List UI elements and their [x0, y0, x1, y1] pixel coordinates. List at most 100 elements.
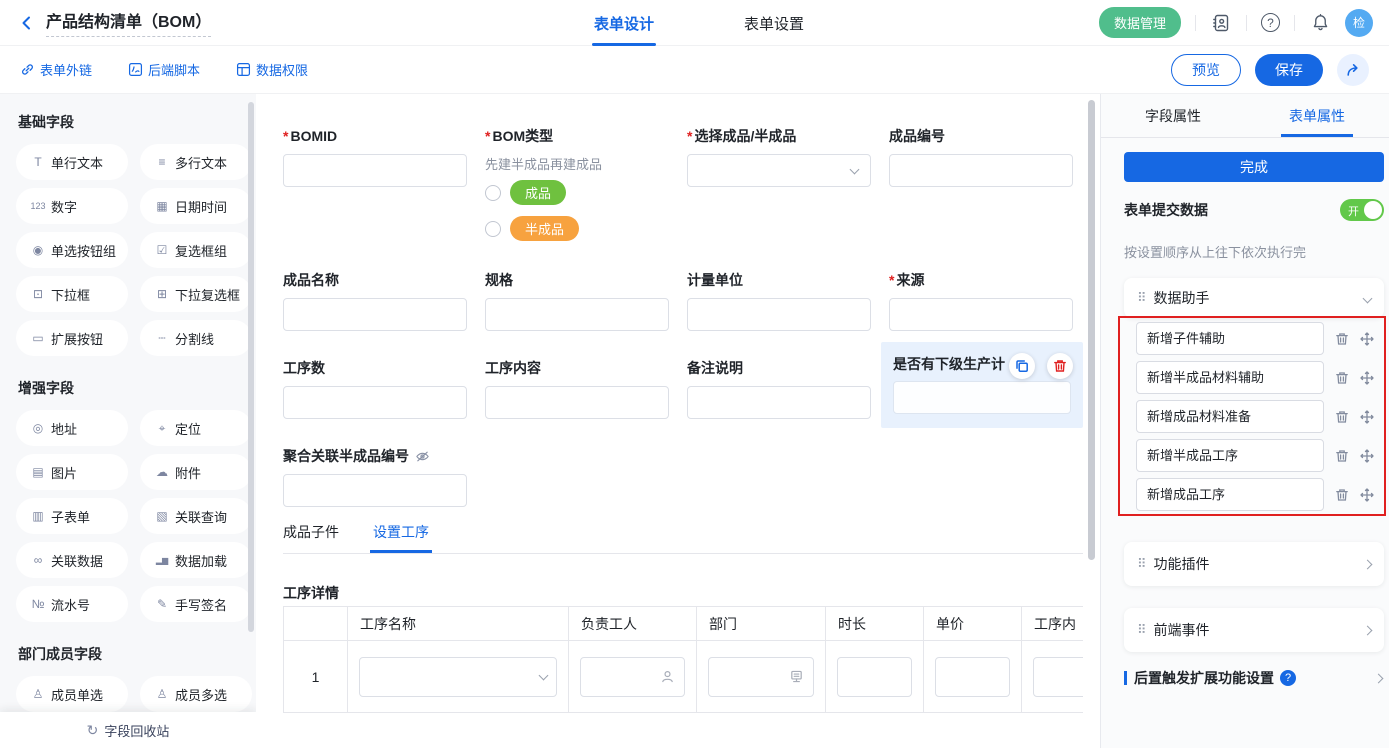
- field-type-dropdown-multi[interactable]: ⊞下拉复选框: [140, 276, 252, 312]
- notification-bell-icon[interactable]: [1309, 12, 1331, 34]
- field-source[interactable]: *来源: [889, 270, 1073, 331]
- help-icon[interactable]: ?: [1280, 670, 1296, 686]
- helper-item-label[interactable]: 新增半成品工序: [1136, 439, 1324, 472]
- frontend-events-card[interactable]: ⠿ 前端事件: [1124, 608, 1384, 652]
- form-design-canvas[interactable]: *BOMID *BOM类型 先建半成品再建成品 成品 半成品 *选择成品/半成品…: [256, 94, 1100, 748]
- field-type-geolocation[interactable]: ⌖定位: [140, 410, 252, 446]
- field-bom-type[interactable]: *BOM类型 先建半成品再建成品 成品 半成品: [485, 126, 669, 252]
- data-helper-card[interactable]: ⠿ 数据助手: [1124, 278, 1384, 318]
- product-select[interactable]: [687, 154, 871, 187]
- function-plugins-card[interactable]: ⠿ 功能插件: [1124, 542, 1384, 586]
- process-content-cell-input[interactable]: [1033, 657, 1083, 697]
- worker-picker[interactable]: [580, 657, 685, 697]
- avatar[interactable]: 检: [1345, 9, 1373, 37]
- helper-item-label[interactable]: 新增子件辅助: [1136, 322, 1324, 355]
- trash-icon[interactable]: [1335, 449, 1349, 463]
- page-title[interactable]: 产品结构清单（BOM）: [46, 8, 211, 37]
- product-code-input[interactable]: [889, 154, 1073, 187]
- move-icon[interactable]: [1360, 488, 1374, 502]
- field-type-relation-query[interactable]: ▧关联查询: [140, 498, 252, 534]
- tab-form-properties[interactable]: 表单属性: [1245, 94, 1389, 137]
- field-unit[interactable]: 计量单位: [687, 270, 871, 331]
- trash-icon[interactable]: [1335, 488, 1349, 502]
- preview-button[interactable]: 预览: [1171, 54, 1241, 86]
- back-icon[interactable]: [16, 12, 38, 34]
- bomid-input[interactable]: [283, 154, 467, 187]
- help-icon[interactable]: ?: [1261, 13, 1280, 32]
- radio-circle-icon[interactable]: [485, 185, 501, 201]
- has-sub-plan-input[interactable]: [893, 381, 1071, 414]
- field-process-content[interactable]: 工序内容: [485, 358, 669, 419]
- drag-handle-icon[interactable]: ⠿: [1137, 622, 1145, 638]
- tab-product-children[interactable]: 成品子件: [283, 522, 339, 542]
- field-type-attachment[interactable]: ☁附件: [140, 454, 252, 490]
- product-name-input[interactable]: [283, 298, 467, 331]
- process-count-input[interactable]: [283, 386, 467, 419]
- department-picker[interactable]: [708, 657, 814, 697]
- data-manage-button[interactable]: 数据管理: [1099, 7, 1181, 38]
- field-type-radio-group[interactable]: ◉单选按钮组: [16, 232, 128, 268]
- field-select-product[interactable]: *选择成品/半成品: [687, 126, 871, 187]
- field-product-code[interactable]: 成品编号: [889, 126, 1073, 187]
- field-agg-semi-code[interactable]: 聚合关联半成品编号: [283, 446, 467, 507]
- source-input[interactable]: [889, 298, 1073, 331]
- field-spec[interactable]: 规格: [485, 270, 669, 331]
- trash-icon[interactable]: [1335, 332, 1349, 346]
- duration-input[interactable]: [837, 657, 912, 697]
- contacts-book-icon[interactable]: [1210, 12, 1232, 34]
- save-button[interactable]: 保存: [1255, 54, 1323, 86]
- process-name-select[interactable]: [359, 657, 557, 697]
- field-type-dropdown[interactable]: ⊡下拉框: [16, 276, 128, 312]
- helper-item-label[interactable]: 新增成品材料准备: [1136, 400, 1324, 433]
- field-type-multi-line-text[interactable]: ≡多行文本: [140, 144, 252, 180]
- tab-process-setting[interactable]: 设置工序: [373, 522, 429, 542]
- trash-icon[interactable]: [1335, 371, 1349, 385]
- field-recycle-bin[interactable]: ↻ 字段回收站: [0, 712, 256, 748]
- radio-option-finished[interactable]: 成品: [485, 180, 669, 205]
- move-icon[interactable]: [1360, 332, 1374, 346]
- selected-field-has-sub-plan[interactable]: 是否有下级生产计: [881, 342, 1083, 428]
- backend-script-link[interactable]: 后端脚本: [128, 60, 200, 79]
- unit-price-input[interactable]: [935, 657, 1010, 697]
- drag-handle-icon[interactable]: ⠿: [1137, 556, 1145, 572]
- field-type-checkbox-group[interactable]: ☑复选框组: [140, 232, 252, 268]
- share-button[interactable]: [1337, 54, 1369, 86]
- field-type-subform[interactable]: ▥子表单: [16, 498, 128, 534]
- field-type-single-line-text[interactable]: T单行文本: [16, 144, 128, 180]
- agg-semi-code-input[interactable]: [283, 474, 467, 507]
- field-type-member-single[interactable]: ♙成员单选: [16, 676, 128, 712]
- tab-form-design[interactable]: 表单设计: [594, 0, 654, 46]
- tab-form-settings[interactable]: 表单设置: [744, 0, 804, 46]
- field-process-count[interactable]: 工序数: [283, 358, 467, 419]
- field-type-divider[interactable]: ┄分割线: [140, 320, 252, 356]
- field-type-relation-data[interactable]: ∞关联数据: [16, 542, 128, 578]
- canvas-scrollbar[interactable]: [1088, 100, 1095, 560]
- data-permission-link[interactable]: 数据权限: [236, 60, 308, 79]
- drag-handle-icon[interactable]: ⠿: [1137, 290, 1145, 306]
- copy-field-button[interactable]: [1009, 353, 1035, 379]
- field-type-signature[interactable]: ✎手写签名: [140, 586, 252, 622]
- sidebar-scrollbar[interactable]: [248, 102, 254, 632]
- field-type-image[interactable]: ▤图片: [16, 454, 128, 490]
- form-external-link[interactable]: 表单外链: [20, 60, 92, 79]
- field-type-member-multi[interactable]: ♙成员多选: [140, 676, 252, 712]
- move-icon[interactable]: [1360, 410, 1374, 424]
- submit-toggle[interactable]: 开: [1340, 199, 1384, 221]
- spec-input[interactable]: [485, 298, 669, 331]
- move-icon[interactable]: [1360, 371, 1374, 385]
- radio-circle-icon[interactable]: [485, 221, 501, 237]
- field-type-address[interactable]: ◎地址: [16, 410, 128, 446]
- post-trigger-section[interactable]: 后置触发扩展功能设置 ?: [1124, 668, 1382, 688]
- delete-field-button[interactable]: [1047, 353, 1073, 379]
- field-type-extend-button[interactable]: ▭扩展按钮: [16, 320, 128, 356]
- process-content-input[interactable]: [485, 386, 669, 419]
- field-type-serial-number[interactable]: №流水号: [16, 586, 128, 622]
- done-button[interactable]: 完成: [1124, 152, 1384, 182]
- field-bomid[interactable]: *BOMID: [283, 126, 467, 187]
- tab-field-properties[interactable]: 字段属性: [1101, 94, 1245, 137]
- helper-item-label[interactable]: 新增成品工序: [1136, 478, 1324, 511]
- remark-input[interactable]: [687, 386, 871, 419]
- helper-item-label[interactable]: 新增半成品材料辅助: [1136, 361, 1324, 394]
- trash-icon[interactable]: [1335, 410, 1349, 424]
- radio-option-semi-finished[interactable]: 半成品: [485, 216, 669, 241]
